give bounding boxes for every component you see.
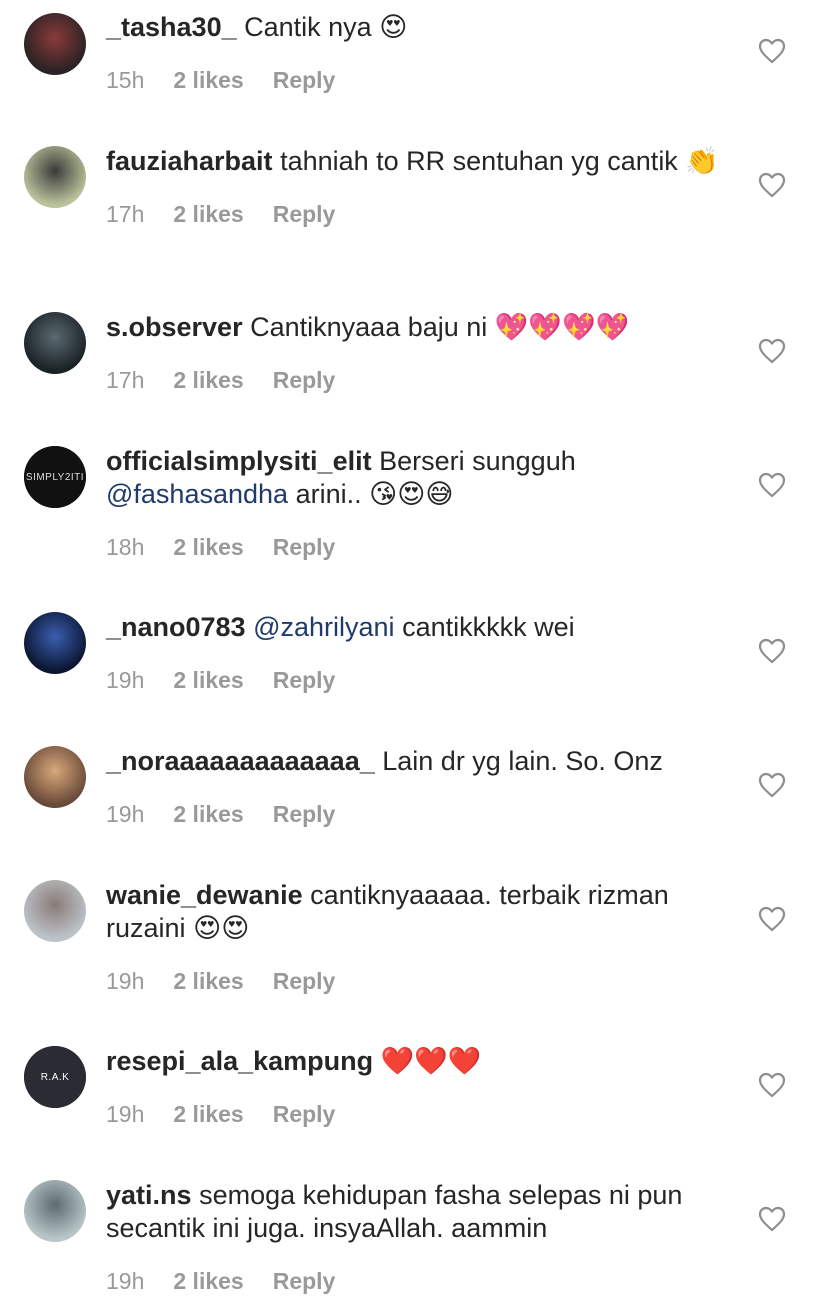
comment-text: _nano0783 @zahrilyani cantikkkkk wei [106, 611, 746, 644]
reply-button[interactable]: Reply [273, 801, 336, 827]
heart-outline-icon[interactable] [758, 772, 786, 798]
avatar[interactable] [24, 312, 86, 374]
heart-outline-icon[interactable] [758, 38, 786, 64]
comment-username[interactable]: resepi_ala_kampung [106, 1046, 373, 1076]
comment-meta: 19h 2 likes Reply [106, 665, 746, 695]
heart-outline-icon[interactable] [758, 638, 786, 664]
comment-likes-count[interactable]: 2 likes [173, 801, 243, 827]
heart-outline-icon[interactable] [758, 906, 786, 932]
emoji: 😘😍😅 [369, 479, 454, 510]
comment-meta: 19h 2 likes Reply [106, 966, 746, 996]
comment-body: _noraaaaaaaaaaaaa_ Lain dr yg lain. So. … [106, 745, 746, 829]
comment-timestamp: 19h [106, 968, 145, 994]
comment-text: officialsimplysiti_elit Berseri sungguh … [106, 445, 746, 511]
comment-body: wanie_dewanie cantiknyaaaaa. terbaik riz… [106, 879, 746, 996]
comment-text: _noraaaaaaaaaaaaa_ Lain dr yg lain. So. … [106, 745, 746, 778]
comment-likes-count[interactable]: 2 likes [173, 201, 243, 227]
reply-button[interactable]: Reply [273, 534, 336, 560]
comment-username[interactable]: officialsimplysiti_elit [106, 446, 372, 476]
comment-likes-count[interactable]: 2 likes [173, 367, 243, 393]
emoji: 👏 [685, 146, 719, 177]
mention-link[interactable]: @zahrilyani [253, 612, 394, 642]
comment-username[interactable]: fauziaharbait [106, 146, 273, 176]
heart-outline-icon[interactable] [758, 472, 786, 498]
heart-outline-icon[interactable] [758, 172, 786, 198]
comment-username[interactable]: _nano0783 [106, 612, 246, 642]
comment-body: officialsimplysiti_elit Berseri sungguh … [106, 445, 746, 562]
reply-button[interactable]: Reply [273, 1268, 336, 1294]
emoji: 😍😍 [193, 913, 250, 944]
comment-message: Berseri sungguh [379, 446, 576, 476]
heart-outline-icon[interactable] [758, 1072, 786, 1098]
comment-message: arini.. [295, 479, 362, 509]
avatar[interactable] [24, 746, 86, 808]
emoji: 💖💖💖💖 [494, 312, 630, 343]
avatar[interactable] [24, 13, 86, 75]
comment-body: _tasha30_ Cantik nya 😍 15h 2 likes Reply [106, 11, 746, 95]
comment-body: fauziaharbait tahniah to RR sentuhan yg … [106, 145, 746, 229]
reply-button[interactable]: Reply [273, 667, 336, 693]
comment-meta: 18h 2 likes Reply [106, 532, 746, 562]
comment-text: yati.ns semoga kehidupan fasha selepas n… [106, 1179, 746, 1245]
comment-likes-count[interactable]: 2 likes [173, 1268, 243, 1294]
comment-text: s.observer Cantiknyaaa baju ni 💖💖💖💖 [106, 311, 746, 344]
comment-username[interactable]: _tasha30_ [106, 12, 237, 42]
comment-message: Cantiknyaaa baju ni [250, 312, 488, 342]
comment-meta: 17h 2 likes Reply [106, 199, 746, 229]
comment-timestamp: 17h [106, 367, 145, 393]
avatar[interactable] [24, 612, 86, 674]
heart-outline-icon[interactable] [758, 338, 786, 364]
comment-likes-count[interactable]: 2 likes [173, 534, 243, 560]
avatar[interactable] [24, 146, 86, 208]
comment-timestamp: 19h [106, 1268, 145, 1294]
comment-timestamp: 19h [106, 801, 145, 827]
reply-button[interactable]: Reply [273, 367, 336, 393]
emoji: 😍 [379, 12, 408, 43]
comment-meta: 17h 2 likes Reply [106, 365, 746, 395]
comment-timestamp: 17h [106, 201, 145, 227]
comment-body: yati.ns semoga kehidupan fasha selepas n… [106, 1179, 746, 1296]
comment-message: cantikkkkk wei [402, 612, 575, 642]
comment-message: tahniah to RR sentuhan yg cantik [280, 146, 678, 176]
comment-likes-count[interactable]: 2 likes [173, 667, 243, 693]
comment-meta: 19h 2 likes Reply [106, 799, 746, 829]
comment-username[interactable]: _noraaaaaaaaaaaaa_ [106, 746, 375, 776]
avatar-label: R.A.K [24, 1046, 86, 1108]
comment-likes-count[interactable]: 2 likes [173, 968, 243, 994]
mention-link[interactable]: @fashasandha [106, 479, 288, 509]
comment-timestamp: 19h [106, 1101, 145, 1127]
comment-message: Cantik nya [244, 12, 372, 42]
comment-username[interactable]: s.observer [106, 312, 243, 342]
comment-text: fauziaharbait tahniah to RR sentuhan yg … [106, 145, 746, 178]
avatar[interactable]: SIMPLY2ITI [24, 446, 86, 508]
comment-text: resepi_ala_kampung ❤️❤️❤️ [106, 1045, 746, 1078]
comment-likes-count[interactable]: 2 likes [173, 1101, 243, 1127]
comment-likes-count[interactable]: 2 likes [173, 67, 243, 93]
comment-timestamp: 15h [106, 67, 145, 93]
reply-button[interactable]: Reply [273, 1101, 336, 1127]
comment-text: wanie_dewanie cantiknyaaaaa. terbaik riz… [106, 879, 746, 945]
avatar[interactable] [24, 1180, 86, 1242]
reply-button[interactable]: Reply [273, 201, 336, 227]
comment-timestamp: 18h [106, 534, 145, 560]
heart-outline-icon[interactable] [758, 1206, 786, 1232]
reply-button[interactable]: Reply [273, 67, 336, 93]
avatar[interactable] [24, 880, 86, 942]
avatar[interactable]: R.A.K [24, 1046, 86, 1108]
comment-username[interactable]: wanie_dewanie [106, 880, 303, 910]
avatar-label: SIMPLY2ITI [24, 446, 86, 508]
comment-body: s.observer Cantiknyaaa baju ni 💖💖💖💖 17h 2 … [106, 311, 746, 395]
comment-meta: 19h 2 likes Reply [106, 1266, 746, 1296]
comment-message: semoga kehidupan fasha selepas ni pun se… [106, 1180, 683, 1243]
comment-text: _tasha30_ Cantik nya 😍 [106, 11, 746, 44]
emoji: ❤️❤️❤️ [380, 1046, 482, 1077]
comment-username[interactable]: yati.ns [106, 1180, 192, 1210]
reply-button[interactable]: Reply [273, 968, 336, 994]
comment-message: Lain dr yg lain. So. Onz [382, 746, 663, 776]
comment-timestamp: 19h [106, 667, 145, 693]
comment-meta: 19h 2 likes Reply [106, 1099, 746, 1129]
comment-body: resepi_ala_kampung ❤️❤️❤️ 19h 2 likes Reply [106, 1045, 746, 1129]
comment-body: _nano0783 @zahrilyani cantikkkkk wei 19h 2… [106, 611, 746, 695]
comment-meta: 15h 2 likes Reply [106, 65, 746, 95]
